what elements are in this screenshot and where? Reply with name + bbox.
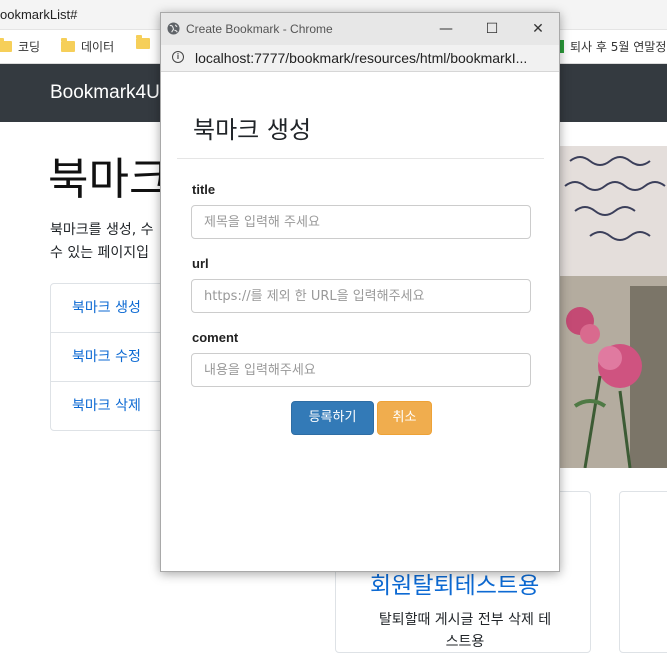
folder-icon bbox=[136, 35, 150, 49]
window-titlebar[interactable]: Create Bookmark - Chrome — ☐ ✕ bbox=[161, 13, 559, 45]
card-text-line: 스트용 bbox=[445, 634, 485, 650]
globe-icon bbox=[167, 22, 180, 35]
bookmark-item-right[interactable]: 퇴사 후 5월 연말정 bbox=[560, 38, 666, 55]
bookmark-item-3[interactable] bbox=[136, 35, 156, 49]
create-bookmark-window: Create Bookmark - Chrome — ☐ ✕ i localho… bbox=[160, 12, 560, 572]
submit-button[interactable]: 등록하기 bbox=[291, 401, 374, 435]
info-icon[interactable]: i bbox=[172, 51, 184, 63]
modal-title: 북마크 생성 bbox=[193, 116, 312, 144]
maximize-button[interactable]: ☐ bbox=[479, 19, 505, 39]
address-bar[interactable]: i localhost:7777/bookmark/resources/html… bbox=[161, 45, 559, 72]
bookmark-label: 코딩 bbox=[18, 40, 41, 54]
card-text: 탈퇴할때 게시글 전부 삭제 테 스트용 bbox=[360, 609, 570, 653]
tab-title-text: ookmarkList# bbox=[0, 7, 78, 22]
card-text-line: 탈퇴할때 게시글 전부 삭제 테 bbox=[378, 612, 552, 628]
coment-label: coment bbox=[192, 330, 239, 345]
folder-icon bbox=[0, 38, 12, 52]
hero-image bbox=[560, 146, 667, 468]
navbar-brand[interactable]: Bookmark4U bbox=[50, 82, 160, 104]
bookmark-item-coding[interactable]: 코딩 bbox=[0, 38, 40, 55]
url-label: url bbox=[192, 256, 209, 271]
window-title: Create Bookmark - Chrome bbox=[186, 22, 333, 36]
cancel-button[interactable]: 취소 bbox=[377, 401, 432, 435]
post-card[interactable] bbox=[619, 491, 667, 653]
page-heading: 북마크 bbox=[48, 154, 170, 205]
coment-input[interactable] bbox=[191, 353, 531, 387]
folder-icon bbox=[61, 38, 75, 52]
title-label: title bbox=[192, 182, 216, 197]
close-button[interactable]: ✕ bbox=[525, 19, 551, 39]
url-text[interactable]: localhost:7777/bookmark/resources/html/b… bbox=[195, 50, 527, 66]
divider bbox=[177, 158, 544, 159]
bookmark-favicon-icon bbox=[560, 40, 564, 53]
url-input[interactable] bbox=[191, 279, 531, 313]
bookmark-label: 퇴사 후 5월 연말정 bbox=[570, 40, 667, 54]
bookmark-label: 데이터 bbox=[81, 40, 115, 54]
bookmark-item-data[interactable]: 데이터 bbox=[61, 38, 114, 55]
title-input[interactable] bbox=[191, 205, 531, 239]
minimize-button[interactable]: — bbox=[433, 19, 459, 39]
